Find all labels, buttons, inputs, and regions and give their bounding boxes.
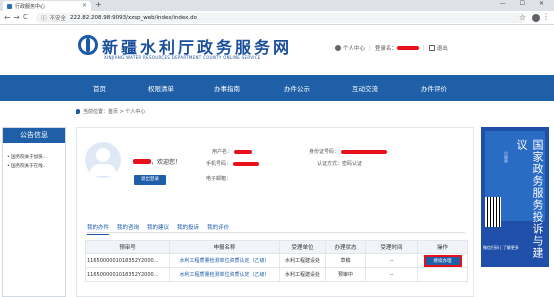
phone-field: 手机号码：	[206, 160, 260, 167]
site-subtitle: XINJIANG WATER RESOURCES DEPARTMENT COUN…	[104, 55, 261, 60]
welcome-text: ，欢迎您！	[151, 159, 182, 166]
site-favicon-icon	[7, 3, 12, 9]
location-icon	[76, 109, 80, 114]
nav-item-permissions[interactable]: 权限清单	[148, 83, 174, 93]
notice-item[interactable]: • 国务院关于加快...	[7, 153, 61, 162]
redacted-username	[396, 46, 419, 50]
url-text: 222.82.208.98:9093/xzsp_web/index/index.…	[70, 15, 197, 21]
breadcrumb-text[interactable]: 当前位置：首页 > 个人中心	[83, 108, 145, 115]
email-label: 电子邮箱：	[206, 176, 232, 182]
bookmark-star-icon[interactable]: ☆	[519, 13, 526, 22]
ad-footer: 微信扫码 | 了解更多	[483, 245, 519, 250]
person-icon	[335, 45, 341, 51]
logout-button[interactable]: 退出登录	[134, 175, 166, 185]
case-time: --	[365, 253, 418, 268]
table-header-row: 预审号 申报名称 受理单位 办理状态 受理时间 操作	[85, 240, 468, 254]
browser-tab-title: 行政服务中心	[15, 3, 46, 10]
case-action-cell: 继续办理	[417, 253, 468, 268]
site-logo-icon[interactable]	[78, 35, 98, 55]
column-header: 办理状态	[325, 240, 366, 254]
nav-item-guide[interactable]: 办事指南	[214, 83, 240, 93]
notice-panel: 公告信息 • 国务院关于加快... • 国务院关于在线...	[2, 127, 66, 297]
redacted-phone-value	[233, 161, 260, 166]
tab-my-evaluations[interactable]: 我的评价	[207, 223, 229, 235]
browser-menu-icon[interactable]: ⋮	[542, 12, 550, 21]
breadcrumb: 当前位置：首页 > 个人中心	[76, 108, 145, 115]
redacted-name	[133, 159, 151, 164]
case-time: --	[365, 267, 418, 282]
nav-item-evaluation[interactable]: 办件评价	[421, 83, 447, 93]
divider: |	[422, 45, 425, 51]
info-icon[interactable]: ⓘ	[41, 14, 47, 22]
new-tab-button[interactable]: +	[95, 0, 102, 9]
continue-processing-button[interactable]: 继续办理	[423, 254, 462, 267]
column-header: 预审号	[85, 240, 170, 254]
login-name-label: 登录名：	[374, 46, 397, 52]
notice-list: • 国务院关于加快... • 国务院关于在线...	[3, 143, 65, 181]
email-field: 电子邮箱：	[206, 175, 231, 182]
user-area: 个人中心 | 登录名： | 退出	[335, 44, 448, 52]
case-unit: 水利工程建设处	[279, 253, 326, 268]
column-header: 受理时间	[365, 240, 418, 254]
tab-my-cases[interactable]: 我的办件	[87, 223, 110, 235]
address-bar: ← → C ⓘ 不安全 222.82.208.98:9093/xzsp_web/…	[0, 11, 554, 25]
nav-item-interaction[interactable]: 互动交流	[352, 83, 378, 93]
username-field: 用户名：	[212, 148, 253, 155]
cases-table: 预审号 申报名称 受理单位 办理状态 受理时间 操作 1165000001018…	[85, 240, 468, 282]
case-name[interactable]: 水利工程质量检测单位资质认定（乙级）	[169, 253, 280, 268]
phone-label: 手机号码：	[206, 161, 232, 167]
case-id: 1165000001018352Y2000...	[85, 253, 170, 268]
welcome-message: ，欢迎您！	[133, 157, 181, 166]
tab-my-inquiries[interactable]: 我的咨询	[117, 223, 139, 235]
id-label: 身份证号码：	[309, 149, 340, 155]
case-name[interactable]: 水利工程质量检测单位资质认定（乙级）	[169, 267, 280, 282]
username-label: 用户名：	[212, 149, 233, 155]
browser-tab-bar: 行政服务中心 × + — ☐ ✕	[0, 0, 554, 11]
profile-avatar-icon[interactable]	[532, 14, 540, 22]
notice-item[interactable]: • 国务院关于在线...	[7, 162, 61, 171]
personal-center-link[interactable]: 个人中心	[343, 44, 365, 52]
browser-tab[interactable]: 行政服务中心 ×	[3, 1, 91, 11]
divider: |	[369, 45, 371, 51]
case-id: 1165000001018352Y2000...	[85, 267, 170, 282]
logout-icon[interactable]	[428, 45, 435, 51]
column-header: 操作	[417, 240, 468, 254]
case-unit: 水利工程建设处	[279, 267, 326, 282]
url-input[interactable]: ⓘ 不安全 222.82.208.98:9093/xzsp_web/index/…	[36, 13, 526, 23]
tabs-divider	[87, 232, 465, 233]
tab-my-suggestions[interactable]: 我的建议	[147, 223, 169, 235]
back-button[interactable]: ←	[4, 13, 11, 22]
redacted-username-value	[234, 149, 253, 154]
complaint-ad-banner[interactable]: 国家政务服务投诉与建议 小程序 微信扫码 | 了解更多	[481, 127, 549, 267]
table-row: 1165000001018352Y2000... 水利工程质量检测单位资质认定（…	[85, 267, 468, 282]
case-status: 草稿	[325, 253, 366, 268]
record-tabs: 我的办件 我的咨询 我的建议 我的投诉 我的评价	[87, 223, 229, 235]
notice-title: 公告信息	[3, 128, 65, 143]
security-label: 不安全	[49, 16, 67, 22]
column-header: 申报名称	[169, 240, 280, 254]
reload-button[interactable]: C	[23, 13, 28, 21]
main-nav: 首页 权限清单 办事指南 办件公示 互动交流 办件评价	[0, 75, 554, 101]
table-row: 1165000001018352Y2000... 水利工程质量检测单位资质认定（…	[85, 253, 468, 268]
tab-close-icon[interactable]: ×	[82, 2, 87, 9]
avatar	[85, 142, 121, 178]
tab-my-complaints[interactable]: 我的投诉	[177, 223, 199, 235]
nav-item-public[interactable]: 办件公示	[284, 83, 310, 93]
auth-value: 密码认证	[342, 161, 363, 167]
auth-label: 认证方式：	[317, 161, 343, 167]
nav-item-home[interactable]: 首页	[93, 83, 106, 93]
auth-field: 认证方式： 密码认证	[317, 160, 362, 167]
ad-small-text: 小程序	[504, 151, 509, 163]
qr-code-icon	[485, 197, 501, 227]
case-status: 预审中	[325, 267, 366, 282]
redacted-id-value	[341, 149, 388, 154]
personal-center-panel: ，欢迎您！ 退出登录 用户名： 手机号码： 电子邮箱： 身份证号码： 认证方式：…	[76, 127, 474, 297]
forward-button[interactable]: →	[13, 13, 20, 22]
id-field: 身份证号码：	[309, 148, 388, 155]
site-header: 新疆水利厅政务服务网 XINJIANG WATER RESOURCES DEPA…	[0, 26, 554, 75]
window-controls[interactable]: — ☐ ✕	[500, 0, 550, 7]
logout-link[interactable]: 退出	[437, 44, 448, 52]
case-action-cell	[417, 267, 468, 282]
column-header: 受理单位	[279, 240, 326, 254]
